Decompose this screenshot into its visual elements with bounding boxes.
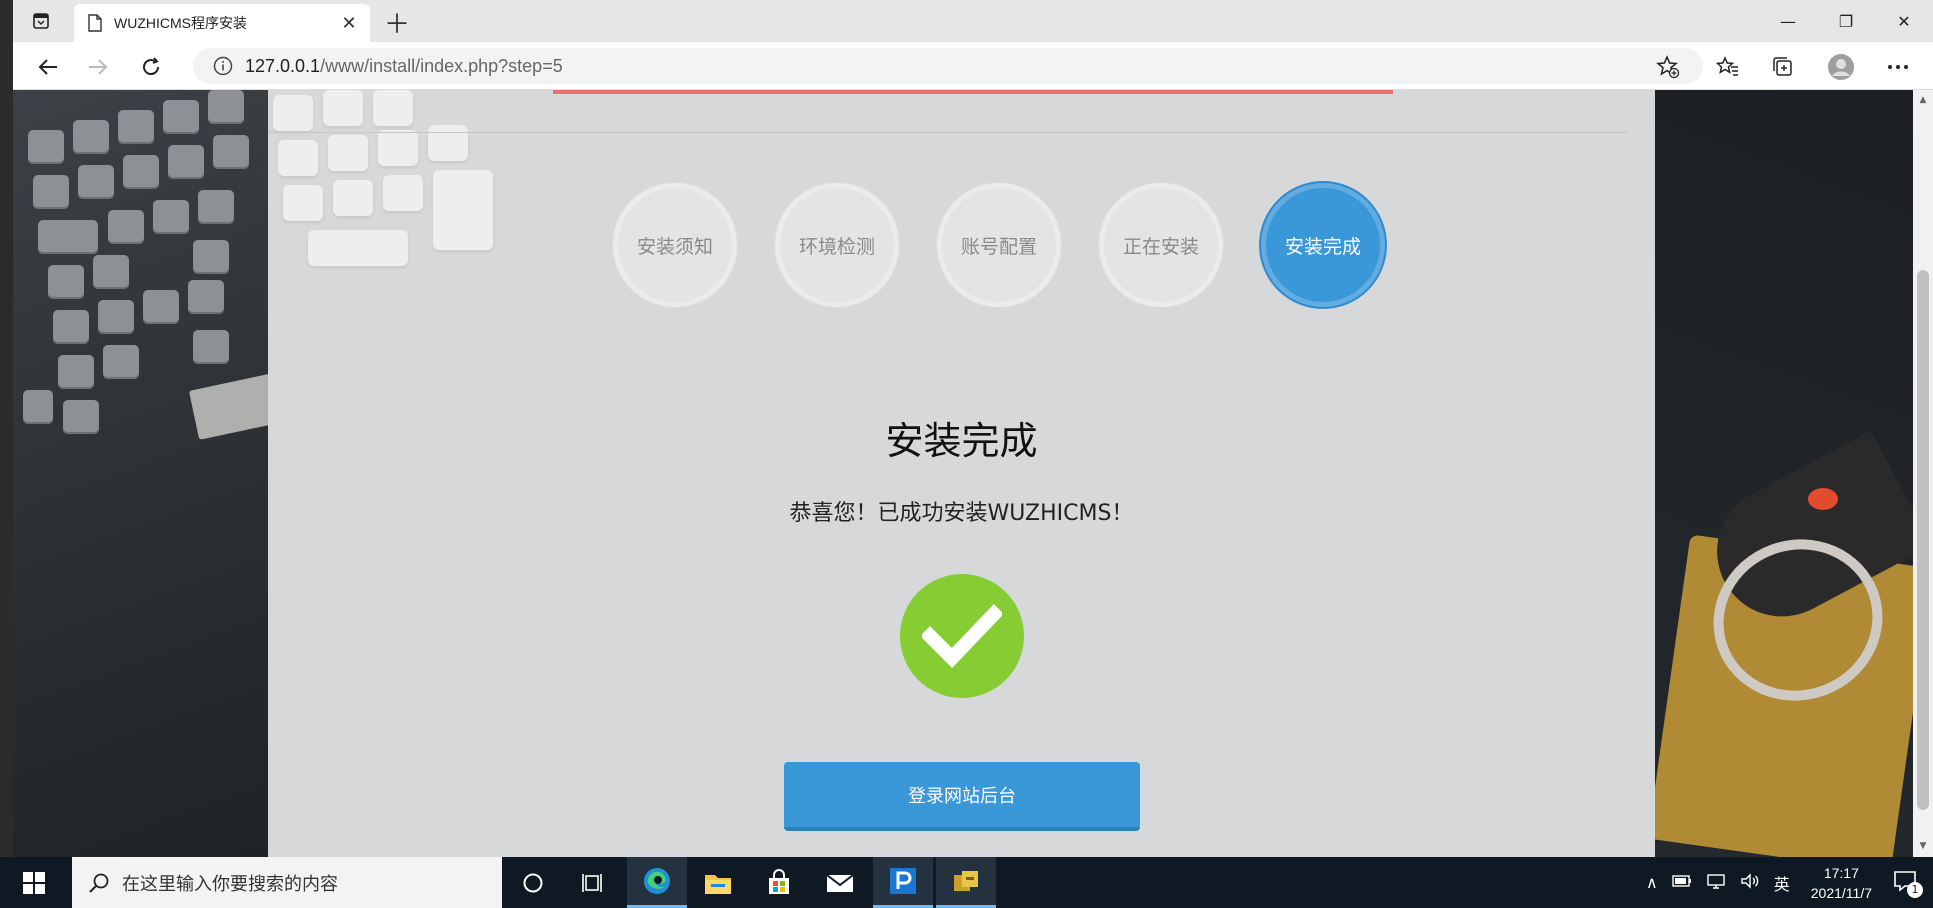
browser-tab[interactable]: WUZHICMS程序安装 ✕ [74,4,370,42]
taskbar-app-server[interactable] [936,857,996,908]
url-path: /www/install/index.php?step=5 [320,55,563,76]
background-stamp-button [1808,488,1838,510]
more-dots-icon [1888,65,1908,69]
header-divider [268,132,1628,133]
clock-date: 2021/11/7 [1810,884,1872,901]
favorites-icon [1716,56,1738,76]
star-plus-icon [1656,55,1680,79]
volume-icon[interactable] [1740,872,1760,893]
page-icon [88,14,102,32]
progress-bar [553,90,1393,94]
task-view-icon [582,873,602,892]
step-install-complete: 安装完成 [1261,183,1385,307]
cortana-button[interactable] [503,857,563,908]
left-edge [0,0,13,857]
page-title: 安装完成 [885,419,1038,463]
system-tray: ∧ 英 17:17 2021/11/7 1 [1639,857,1933,908]
scroll-thumb[interactable] [1917,270,1929,810]
url-host: 127.0.0.1 [245,55,321,76]
page-scrollbar[interactable]: ▲ ▼ [1913,90,1933,857]
step-environment-check: 环境检测 [775,183,899,307]
ime-indicator[interactable]: 英 [1774,871,1790,895]
server-app-icon [954,871,978,891]
notification-center-button[interactable]: 1 [1893,870,1923,898]
mail-icon [826,873,854,892]
tray-expand-icon[interactable]: ∧ [1646,873,1658,892]
step-account-config: 账号配置 [937,183,1061,307]
avatar-icon [1828,54,1854,80]
taskbar-app-p[interactable] [873,857,933,908]
maximize-button[interactable]: ❐ [1817,0,1875,42]
install-steps: 安装须知 环境检测 账号配置 正在安装 安装完成 [613,183,1385,307]
network-icon[interactable] [1706,873,1726,893]
url-text: 127.0.0.1/www/install/index.php?step=5 [245,56,563,77]
success-message: 恭喜您！已成功安装WUZHICMS！ [789,501,1134,526]
forward-button[interactable] [83,52,113,82]
folder-icon [705,874,731,894]
collections-button[interactable] [1768,52,1798,82]
edge-icon [644,868,670,894]
p-app-icon [890,868,916,894]
search-icon [89,873,109,893]
more-menu-button[interactable] [1883,52,1913,82]
back-arrow-icon [38,59,57,75]
tab-actions-button[interactable] [27,7,55,35]
tab-title: WUZHICMS程序安装 [114,15,247,31]
page-viewport: 安装须知 环境检测 账号配置 正在安装 安装完成 安装完成 恭喜您！已成功安装W… [13,90,1913,857]
new-tab-button[interactable]: ＋ [383,8,411,40]
refresh-icon [143,57,160,76]
step-installing: 正在安装 [1099,183,1223,307]
clock-time: 17:17 [1823,864,1859,881]
windows-logo-icon [23,872,45,894]
taskbar-store[interactable] [749,857,809,908]
window-controls: — ❐ ✕ [1759,0,1933,42]
install-panel: 安装须知 环境检测 账号配置 正在安装 安装完成 安装完成 恭喜您！已成功安装W… [268,90,1655,857]
store-icon [769,868,789,894]
minimize-button[interactable]: — [1759,0,1817,42]
taskbar: 在这里输入你要搜索的内容 ∧ 英 17:17 2021/11/7 1 [0,857,1933,908]
search-placeholder: 在这里输入你要搜索的内容 [122,873,338,895]
cortana-circle-icon [523,873,543,892]
add-favorite-button[interactable] [1653,52,1683,82]
info-icon [213,56,233,76]
profile-button[interactable] [1826,52,1856,82]
back-button[interactable] [33,52,63,82]
scroll-up-icon[interactable]: ▲ [1917,94,1929,106]
collections-icon [1773,57,1792,76]
url-field[interactable]: 127.0.0.1/www/install/index.php?step=5 [193,48,1703,84]
address-bar: 127.0.0.1/www/install/index.php?step=5 [13,42,1933,90]
tab-close-icon[interactable]: ✕ [338,12,360,34]
start-button[interactable] [18,867,50,899]
forward-arrow-icon [89,59,108,75]
taskbar-edge[interactable] [627,857,687,908]
step-install-notice: 安装须知 [613,183,737,307]
tab-actions-icon [33,13,49,29]
battery-icon[interactable] [1672,873,1692,892]
favorites-button[interactable] [1713,52,1743,82]
tab-bar: WUZHICMS程序安装 ✕ ＋ — ❐ ✕ [13,0,1933,42]
task-view-button[interactable] [563,857,623,908]
scroll-down-icon[interactable]: ▼ [1917,840,1929,852]
taskbar-mail[interactable] [810,857,870,908]
login-admin-button[interactable]: 登录网站后台 [784,762,1140,831]
close-window-button[interactable]: ✕ [1875,0,1933,42]
taskbar-search[interactable]: 在这里输入你要搜索的内容 [72,857,502,908]
success-check-icon [900,574,1024,698]
taskbar-file-explorer[interactable] [688,857,748,908]
refresh-button[interactable] [136,52,166,82]
background-keyboard [13,90,298,857]
notification-badge: 1 [1907,881,1923,898]
taskbar-clock[interactable]: 17:17 2021/11/7 [1811,863,1872,903]
panel-faded-keyboard [268,90,528,290]
